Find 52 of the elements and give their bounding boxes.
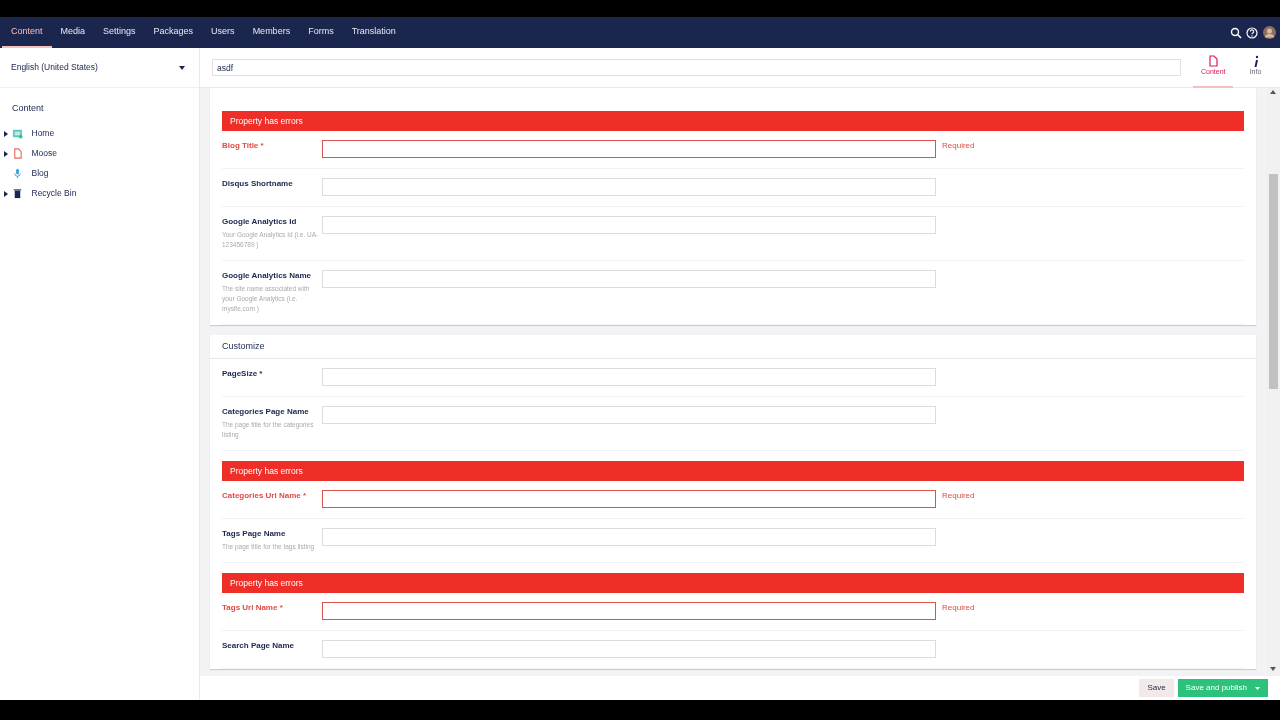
tree-item[interactable]: Blog (0, 163, 199, 184)
nav-tab[interactable]: Forms (299, 17, 343, 48)
save-button[interactable]: Save (1139, 679, 1174, 697)
avatar-icon[interactable] (1262, 26, 1276, 39)
search-icon[interactable] (1229, 26, 1242, 39)
property-label: Tags Page Name (222, 528, 287, 540)
nav-tab[interactable]: Users (202, 17, 244, 48)
property-label: Tags Url Name * (222, 602, 284, 614)
group-title: Customize (210, 335, 1256, 359)
tree-item[interactable]: Moose (0, 143, 199, 164)
trash-icon (12, 188, 23, 199)
microphone-icon (12, 168, 23, 179)
document-icon (12, 148, 23, 159)
expand-icon[interactable] (4, 130, 8, 137)
caret-icon (1255, 686, 1260, 690)
property-label: Search Page Name (222, 640, 296, 652)
tree-item[interactable]: Recycle Bin (0, 183, 199, 204)
picture-icon (12, 128, 23, 139)
tree-item[interactable]: Home (0, 123, 199, 144)
name-field[interactable]: asdf (212, 59, 1182, 76)
scrollbar-thumb[interactable] (1268, 174, 1278, 390)
caret-icon (179, 65, 185, 70)
text-field[interactable] (322, 490, 936, 508)
property-label: Google Analytics Name (222, 270, 313, 282)
text-field[interactable] (322, 602, 936, 620)
nav-tab[interactable]: Packages (144, 17, 203, 48)
tree-heading: Content (11, 102, 45, 115)
error-banner: Property has errors (222, 111, 1244, 131)
scroll-down-icon[interactable] (1270, 667, 1276, 671)
help-icon[interactable] (1246, 26, 1258, 39)
document-icon (1207, 55, 1220, 68)
language-dropdown[interactable]: English (United States) (0, 48, 199, 88)
scroll-up-icon[interactable] (1270, 90, 1276, 95)
error-message: Required (942, 490, 975, 502)
nav-tab[interactable]: Translation (342, 17, 405, 48)
expand-icon[interactable] (4, 190, 8, 197)
error-message: Required (942, 140, 975, 152)
nav-tab[interactable]: Content (2, 17, 52, 48)
nav-tab[interactable]: Media (51, 17, 95, 48)
property-label: Categories Page Name (222, 406, 310, 418)
error-message: Required (942, 602, 975, 614)
text-field[interactable] (322, 140, 936, 158)
nav-tab[interactable]: Members (243, 17, 300, 48)
property-label: Categories Url Name * (222, 490, 308, 502)
property-label: Disqus Shortname (222, 178, 294, 190)
property-label: PageSize * (222, 368, 264, 380)
property-label: Blog Title * (222, 140, 265, 152)
error-banner: Property has errors (222, 461, 1244, 481)
property-label: Google Analytics Id (222, 216, 298, 228)
nav-tab[interactable]: Settings (94, 17, 145, 48)
expand-icon[interactable] (4, 150, 8, 157)
error-banner: Property has errors (222, 573, 1244, 593)
